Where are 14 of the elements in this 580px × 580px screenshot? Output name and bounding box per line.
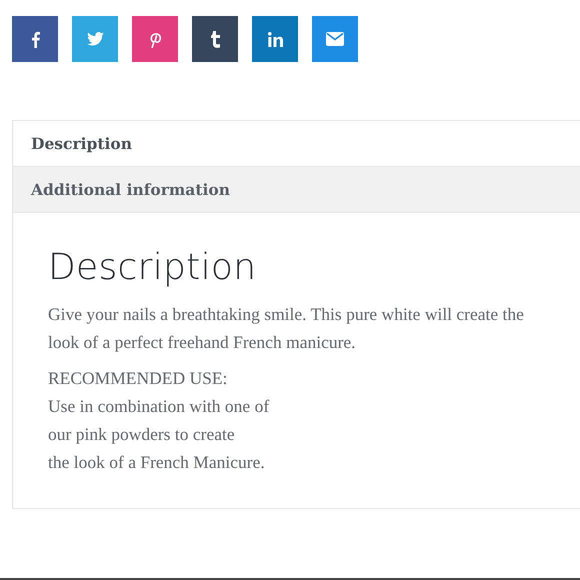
facebook-icon <box>30 30 40 48</box>
share-button[interactable] <box>12 16 58 62</box>
share-button[interactable] <box>132 16 178 62</box>
description-paragraph: Give your nails a breathtaking smile. This pure white will create the look of a perfect freehand French manicure. <box>48 303 525 354</box>
envelope-icon <box>326 32 344 46</box>
bird-icon <box>86 32 104 46</box>
linkedin-icon <box>268 32 282 46</box>
description-heading: Description <box>48 247 258 288</box>
tumblr-icon <box>210 30 220 48</box>
share-button[interactable] <box>192 16 238 62</box>
tab[interactable]: Additional information <box>13 167 580 213</box>
share-button[interactable] <box>252 16 298 62</box>
pinterest-icon <box>148 30 162 48</box>
description-paragraph: RECOMMENDED USE: Use in combination with one of our pink powders to create the look of a French Manicure. <box>48 367 270 474</box>
